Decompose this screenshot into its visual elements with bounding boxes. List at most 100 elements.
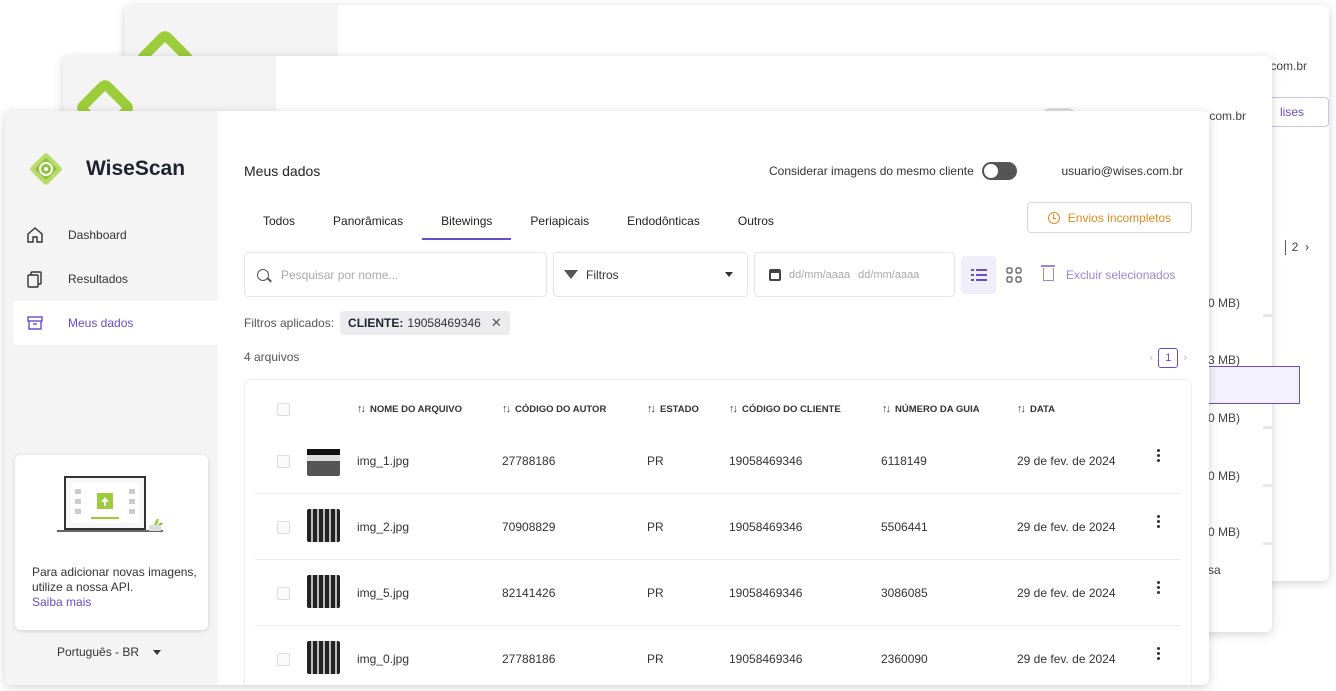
learn-more-link[interactable]: Saiba mais: [32, 595, 197, 610]
table-row[interactable]: img_1.jpg 27788186 PR 19058469346 611814…: [255, 428, 1180, 494]
sort-icon: ↑↓: [882, 403, 891, 415]
tab-todos[interactable]: Todos: [244, 205, 314, 240]
wisescan-logo-icon: [30, 153, 62, 185]
view-toggle: [961, 252, 1031, 297]
filter-dropdown[interactable]: Filtros: [553, 252, 748, 297]
sidebar: WiseScan Dashboard Resultados Meus dados: [5, 111, 218, 685]
cell-client-code: 19058469346: [729, 586, 803, 600]
toggle-switch[interactable]: [981, 162, 1017, 180]
background-size-label: 3 MB): [1208, 353, 1241, 367]
tab-panoramicas[interactable]: Panorâmicas: [314, 205, 422, 240]
bitewing-thumbnail: [307, 509, 340, 542]
grid-icon: [1005, 266, 1022, 283]
delete-selected-label: Excluir selecionados: [1066, 267, 1176, 282]
laptop-upload-illustration-icon: [57, 476, 163, 532]
sidebar-item-label: Resultados: [68, 272, 129, 286]
header-guide-number[interactable]: ↑↓ NÚMERO DA GUIA: [882, 403, 980, 415]
header-label: NÚMERO DA GUIA: [895, 403, 980, 415]
copy-icon: [27, 271, 42, 288]
search-icon: [257, 268, 269, 281]
api-info-text: Para adicionar novas imagens, utilize a …: [32, 565, 197, 610]
incomplete-uploads-button[interactable]: Envios incompletos: [1027, 202, 1192, 233]
page-title: Meus dados: [244, 163, 321, 179]
row-checkbox[interactable]: [277, 653, 290, 666]
pagination: ‹ 1 ›: [1150, 348, 1187, 368]
more-options-icon[interactable]: [1156, 448, 1160, 463]
cell-client-code: 19058469346: [729, 454, 803, 468]
row-checkbox[interactable]: [277, 521, 290, 534]
more-options-icon[interactable]: [1156, 646, 1160, 661]
sidebar-nav: Dashboard Resultados Meus dados: [13, 213, 218, 345]
header-date[interactable]: ↑↓ DATA: [1017, 403, 1055, 415]
api-info-card: Para adicionar novas imagens, utilize a …: [15, 455, 208, 630]
prev-page-icon[interactable]: ‹: [1150, 352, 1154, 364]
tab-bitewings[interactable]: Bitewings: [422, 205, 512, 240]
cell-date: 29 de fev. de 2024: [1017, 520, 1116, 534]
background-user-email: com.br: [1270, 59, 1307, 73]
table-row[interactable]: img_5.jpg 82141426 PR 19058469346 308608…: [255, 560, 1180, 626]
date-from-field[interactable]: dd/mm/aaaa: [789, 269, 850, 281]
language-selector[interactable]: Português - BR: [57, 645, 162, 659]
tab-periapicais[interactable]: Periapicais: [511, 205, 608, 240]
tab-bar: Todos Panorâmicas Bitewings Periapicais …: [244, 205, 793, 240]
archive-icon: [27, 316, 43, 330]
sort-icon: ↑↓: [1017, 403, 1026, 415]
cell-author-code: 27788186: [502, 652, 556, 666]
header-label: ESTADO: [660, 403, 699, 415]
app-window: WiseScan Dashboard Resultados Meus dados: [5, 111, 1209, 685]
date-to-field[interactable]: dd/mm/aaaa: [858, 269, 919, 281]
toolbar: Pesquisar por nome... Filtros dd/mm/aaaa…: [244, 252, 1175, 297]
bitewing-thumbnail: [307, 443, 340, 476]
cell-guide-number: 2360090: [881, 652, 928, 666]
cell-state: PR: [647, 586, 664, 600]
row-checkbox[interactable]: [277, 455, 290, 468]
tab-outros[interactable]: Outros: [719, 205, 793, 240]
sidebar-item-dashboard[interactable]: Dashboard: [23, 213, 218, 257]
cell-date: 29 de fev. de 2024: [1017, 652, 1116, 666]
filter-chip[interactable]: CLIENTE: 19058469346 ✕: [340, 311, 510, 335]
sidebar-item-resultados[interactable]: Resultados: [23, 257, 218, 301]
sidebar-item-meus-dados[interactable]: Meus dados: [13, 301, 218, 345]
cell-client-code: 19058469346: [729, 520, 803, 534]
chevron-down-icon: [153, 649, 162, 655]
tab-endodonticas[interactable]: Endodônticas: [608, 205, 719, 240]
header-file-name[interactable]: ↑↓ NOME DO ARQUIVO: [357, 403, 462, 415]
table-row[interactable]: img_2.jpg 70908829 PR 19058469346 550644…: [255, 494, 1180, 560]
more-options-icon[interactable]: [1156, 580, 1160, 595]
close-icon[interactable]: ✕: [491, 315, 502, 331]
grid-view-button[interactable]: [996, 256, 1031, 294]
search-input[interactable]: Pesquisar por nome...: [244, 252, 547, 297]
more-options-icon[interactable]: [1156, 514, 1160, 529]
next-page-icon[interactable]: ›: [1183, 352, 1187, 364]
header-client-code[interactable]: ↑↓ CÓDIGO DO CLIENTE: [729, 403, 841, 415]
background-text-fragment: sa: [1208, 563, 1221, 577]
background-user-email: com.br: [1209, 109, 1246, 123]
cell-guide-number: 6118149: [881, 454, 927, 468]
toggle-label: Considerar imagens do mesmo cliente: [769, 164, 974, 178]
user-email[interactable]: usuario@wises.com.br: [1061, 164, 1183, 178]
sidebar-item-label: Dashboard: [68, 228, 127, 242]
list-view-button[interactable]: [961, 255, 996, 294]
background-size-label: 0 MB): [1208, 469, 1241, 483]
row-checkbox[interactable]: [277, 587, 290, 600]
sort-icon: ↑↓: [357, 403, 366, 415]
calendar-icon: [769, 268, 781, 281]
cell-state: PR: [647, 652, 664, 666]
list-icon: [970, 268, 987, 281]
header-label: DATA: [1030, 403, 1055, 415]
app-logo[interactable]: WiseScan: [26, 149, 185, 189]
page-number[interactable]: 1: [1158, 348, 1179, 368]
background-size-label: 0 MB): [1208, 411, 1241, 425]
background-pager-next: 2: [1291, 240, 1299, 254]
cell-client-code: 19058469346: [729, 652, 803, 666]
same-client-toggle[interactable]: Considerar imagens do mesmo cliente: [769, 162, 1017, 180]
checkbox[interactable]: [277, 403, 290, 416]
table-row[interactable]: img_0.jpg 27788186 PR 19058469346 236009…: [255, 626, 1180, 685]
header-state[interactable]: ↑↓ ESTADO: [647, 403, 699, 415]
select-all-checkbox[interactable]: [277, 403, 290, 416]
date-range-input[interactable]: dd/mm/aaaa dd/mm/aaaa: [754, 252, 955, 297]
header-author-code[interactable]: ↑↓ CÓDIGO DO AUTOR: [502, 403, 606, 415]
cell-state: PR: [647, 520, 664, 534]
background-progress-bar: [1263, 484, 1272, 487]
delete-selected-button[interactable]: Excluir selecionados: [1041, 252, 1176, 297]
